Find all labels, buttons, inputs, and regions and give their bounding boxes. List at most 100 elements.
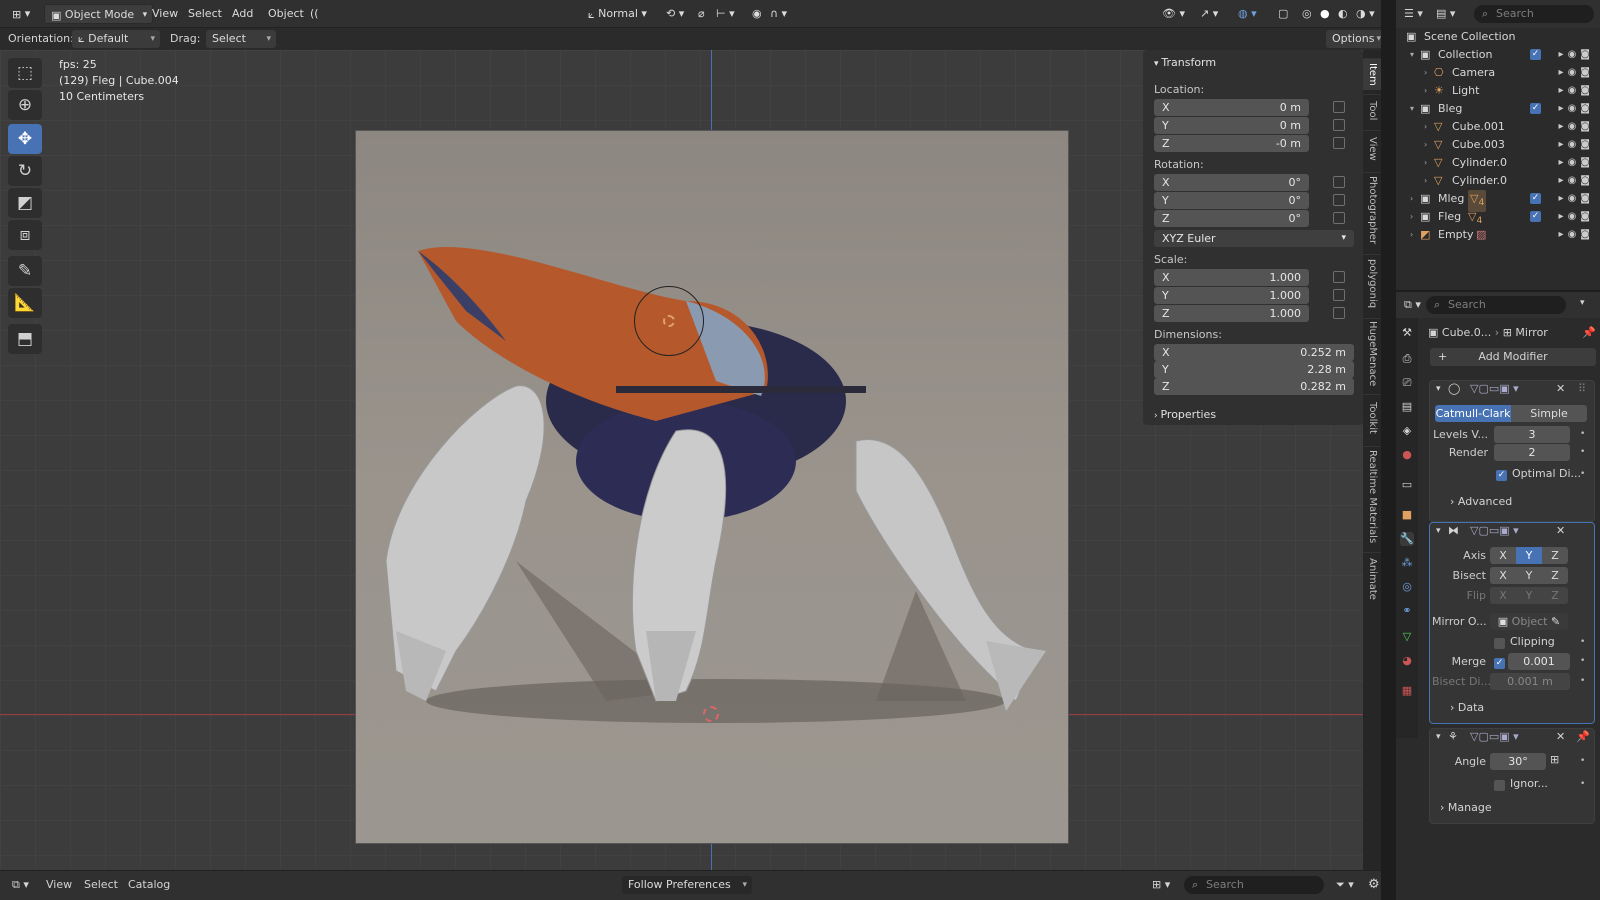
filter-icon[interactable]: ⏷ ▾ — [1336, 878, 1354, 892]
asset-search-input[interactable]: ⌕ Search — [1184, 876, 1324, 894]
clipping-checkbox[interactable] — [1494, 638, 1505, 649]
outliner-item-cylinder-b[interactable]: › ▽ Cylinder.0 ▸◉◙ — [1396, 172, 1600, 190]
chevron-down-icon[interactable]: ▾ — [1436, 384, 1441, 394]
visibility-icons[interactable]: ▸◉◙ — [1559, 64, 1594, 82]
gizmo-icon[interactable]: ↗ ▾ — [1194, 4, 1224, 24]
outliner-item-light[interactable]: › ☀ Light ▸◉◙ — [1396, 82, 1600, 100]
lock-icon[interactable] — [1333, 212, 1345, 224]
tab-tool[interactable]: Tool — [1363, 94, 1381, 126]
lock-icon[interactable] — [1333, 119, 1345, 131]
object-icon[interactable]: ■ — [1400, 508, 1414, 522]
world-icon[interactable]: ● — [1400, 448, 1414, 462]
select-box-tool[interactable]: ⬚ — [8, 58, 42, 88]
pivot-icon[interactable]: ⟲ ▾ — [660, 4, 690, 24]
options-dropdown[interactable]: Options ▾ — [1326, 30, 1386, 48]
constraints-icon[interactable]: ⚭ — [1400, 604, 1414, 618]
dimensions-z-field[interactable]: Z 0.282 m — [1154, 378, 1354, 395]
bottom-menu-catalog[interactable]: Catalog — [128, 878, 170, 891]
tab-item[interactable]: Item — [1363, 58, 1381, 90]
visibility-icons[interactable]: ▸◉◙ — [1559, 208, 1594, 226]
rendered-shading-icon[interactable]: ◑ ▾ — [1350, 4, 1381, 24]
cursor-tool[interactable]: ⊕ — [8, 90, 42, 120]
chevron-down-icon[interactable]: ▾ — [1436, 526, 1441, 536]
visibility-icon[interactable]: 👁 ▾ — [1156, 4, 1191, 24]
checkbox-icon[interactable]: ✓ — [1530, 103, 1541, 114]
tab-toolkit[interactable]: Toolkit — [1363, 394, 1381, 440]
material-icon[interactable]: ◕ — [1400, 654, 1414, 668]
transform-orientation-dropdown[interactable]: ⟀ Normal ▾ — [582, 4, 653, 24]
annotate-tool[interactable]: ✎ — [8, 256, 42, 286]
collection-icon[interactable]: ▭ — [1400, 478, 1414, 492]
optimal-display-checkbox[interactable]: ✓ — [1496, 470, 1507, 481]
reference-image-plane[interactable] — [355, 130, 1069, 844]
transform-tool[interactable]: ⧈ — [8, 220, 42, 250]
location-y-field[interactable]: Y 0 m — [1154, 117, 1309, 134]
data-icon[interactable]: ▽ — [1400, 630, 1414, 644]
add-cube-tool[interactable]: ⬒ — [8, 324, 42, 354]
visibility-icons[interactable]: ▸◉◙ — [1559, 154, 1594, 172]
outliner-search-input[interactable]: ⌕ Search — [1474, 5, 1594, 23]
dimensions-y-field[interactable]: Y 2.28 m — [1154, 361, 1354, 378]
snap-icon[interactable]: ⌀ — [692, 4, 711, 24]
flip-z-toggle[interactable]: Z — [1542, 587, 1568, 604]
menu-view[interactable]: View — [146, 4, 184, 24]
move-tool[interactable]: ✥ — [8, 124, 42, 154]
outliner-item-cube001[interactable]: › ▽ Cube.001 ▸◉◙ — [1396, 118, 1600, 136]
mirror-object-field[interactable]: ▣ Object ✎ — [1490, 613, 1568, 630]
outliner-item-camera[interactable]: › ⎔ Camera ▸◉◙ — [1396, 64, 1600, 82]
flip-y-toggle[interactable]: Y — [1516, 587, 1542, 604]
merge-field[interactable]: 0.001 — [1508, 653, 1570, 670]
output-icon[interactable]: ⎚ — [1400, 376, 1414, 390]
modifier-wrench-icon[interactable]: 🔧 — [1400, 532, 1414, 546]
menu-add[interactable]: Add — [226, 4, 259, 24]
bottom-menu-select[interactable]: Select — [84, 878, 118, 891]
tool-icon[interactable]: ⚒ — [1400, 326, 1414, 340]
levels-field[interactable]: 3 — [1494, 426, 1570, 443]
tab-photographer[interactable]: Photographer — [1363, 172, 1381, 248]
3d-cursor-icon[interactable] — [703, 706, 719, 722]
display-size-icon[interactable]: ⊞ ▾ — [1152, 878, 1170, 891]
lock-icon[interactable] — [1333, 289, 1345, 301]
close-icon[interactable]: ✕ — [1556, 524, 1565, 537]
flip-x-toggle[interactable]: X — [1490, 587, 1516, 604]
outliner-item-fleg[interactable]: › ▣ Fleg ▽4 ✓ ▸◉◙ — [1396, 208, 1600, 226]
animate-dot-icon[interactable]: • — [1580, 429, 1585, 439]
outliner-item-collection[interactable]: ▾ ▣ Collection ✓ ▸◉◙ — [1396, 46, 1600, 64]
bisect-distance-field[interactable]: 0.001 m — [1490, 673, 1570, 690]
axis-z-toggle[interactable]: Z — [1542, 547, 1568, 564]
modifier-toggle-icons[interactable]: ▽▢▭▣ ▾ — [1470, 382, 1519, 395]
measure-tool[interactable]: 📐 — [8, 288, 42, 318]
transform-header[interactable]: ▾ Transform — [1154, 56, 1216, 69]
location-x-field[interactable]: X 0 m — [1154, 99, 1309, 116]
texture-icon[interactable]: ▦ — [1400, 684, 1414, 698]
rotation-z-field[interactable]: Z 0° — [1154, 210, 1309, 227]
outliner-item-bleg[interactable]: ▾ ▣ Bleg ✓ ▸◉◙ — [1396, 100, 1600, 118]
menu-object[interactable]: Object — [262, 4, 310, 24]
animate-dot-icon[interactable]: • — [1580, 447, 1585, 457]
visibility-icons[interactable]: ▸◉◙ — [1559, 190, 1594, 208]
close-icon[interactable]: ✕ — [1556, 730, 1565, 743]
curve-tool-icon[interactable]: (( — [304, 4, 325, 24]
visibility-icons[interactable]: ▸◉◙ — [1559, 46, 1594, 64]
import-method-dropdown[interactable]: Follow Preferences ▾ — [622, 876, 752, 894]
visibility-icons[interactable]: ▸◉◙ — [1559, 100, 1594, 118]
animate-dot-icon[interactable]: • — [1580, 656, 1585, 666]
rotation-mode-dropdown[interactable]: XYZ Euler ▾ — [1154, 230, 1354, 247]
outliner-item-mleg[interactable]: › ▣ Mleg ▽4 ✓ ▸◉◙ — [1396, 190, 1600, 213]
menu-select[interactable]: Select — [182, 4, 228, 24]
scale-z-field[interactable]: Z 1.000 — [1154, 305, 1309, 322]
tab-realtime-materials[interactable]: Realtime Materials — [1363, 446, 1381, 546]
outliner-scene-collection[interactable]: ▣ Scene Collection — [1396, 28, 1600, 46]
render-icon[interactable]: ⎙ — [1400, 352, 1414, 366]
checkbox-icon[interactable]: ✓ — [1530, 193, 1541, 204]
dimensions-x-field[interactable]: X 0.252 m — [1154, 344, 1354, 361]
animate-dot-icon[interactable]: • — [1580, 637, 1585, 647]
visibility-icons[interactable]: ▸◉◙ — [1559, 118, 1594, 136]
location-z-field[interactable]: Z -0 m — [1154, 135, 1309, 152]
animate-dot-icon[interactable]: • — [1580, 756, 1585, 766]
particles-icon[interactable]: ⁂ — [1400, 556, 1414, 570]
falloff-icon[interactable]: ∩ ▾ — [764, 4, 793, 24]
rotation-y-field[interactable]: Y 0° — [1154, 192, 1309, 209]
visibility-icons[interactable]: ▸◉◙ — [1559, 82, 1594, 100]
close-icon[interactable]: ✕ — [1556, 382, 1565, 395]
